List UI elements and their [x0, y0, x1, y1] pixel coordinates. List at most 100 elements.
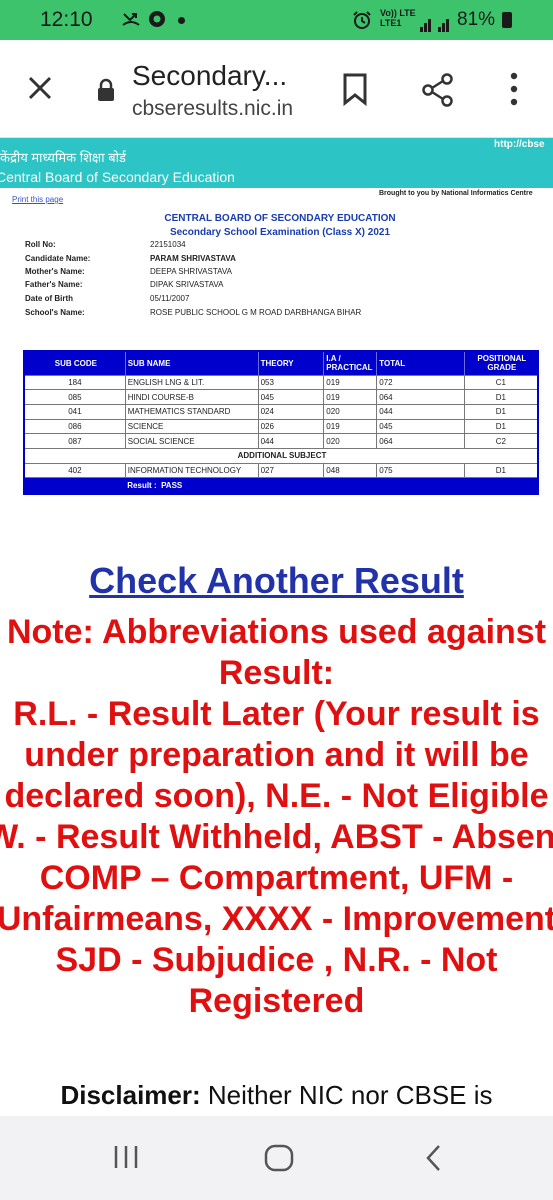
- info-label: Candidate Name:: [25, 254, 91, 263]
- info-value: PARAM SHRIVASTAVA: [150, 254, 236, 263]
- grade-cell: D1: [463, 403, 539, 420]
- total-cell: 072: [376, 374, 465, 391]
- board-heading: CENTRAL BOARD OF SECONDARY EDUCATION: [164, 213, 396, 224]
- sub-name-cell: HINDI COURSE-B: [124, 389, 259, 405]
- column-header: THEORY: [257, 350, 325, 376]
- result-row: Result : PASS: [24, 477, 538, 494]
- grade-cell: C1: [463, 374, 539, 391]
- hindi-title: केंद्रीय माध्यमिक शिक्षा बोर्ड: [0, 150, 126, 165]
- table-row: 041 MATHEMATICS STANDARD 024 020 044 D1: [23, 403, 539, 420]
- info-value: DIPAK SRIVASTAVA: [150, 280, 224, 289]
- sub-code-cell: 402: [23, 462, 126, 479]
- theory-cell: 024: [257, 403, 325, 420]
- signal-bars-icon: [420, 14, 432, 32]
- grade-cell: D1: [463, 418, 539, 435]
- info-value: ROSE PUBLIC SCHOOL G M ROAD DARBHANGA BI…: [150, 308, 362, 317]
- cbse-banner: केंद्रीय माध्यमिक शिक्षा बोर्ड Central B…: [0, 138, 553, 188]
- print-link[interactable]: Print this page: [12, 195, 63, 204]
- info-label: Father's Name:: [25, 280, 83, 289]
- sub-code-cell: 184: [23, 374, 126, 391]
- table-header-row: SUB CODE SUB NAME THEORY I.A / PRACTICAL…: [23, 350, 539, 376]
- sub-name-cell: ENGLISH LNG & LIT.: [124, 374, 259, 391]
- home-icon[interactable]: [264, 1144, 294, 1177]
- total-cell: 044: [376, 403, 465, 420]
- close-icon[interactable]: [22, 70, 58, 106]
- roll-no-row: Roll No: 22151034: [25, 240, 186, 249]
- site-link[interactable]: http://cbse: [494, 139, 545, 150]
- practical-cell: 048: [323, 462, 378, 479]
- disclaimer-label: Disclaimer:: [60, 1080, 201, 1110]
- result-cell: Result : PASS: [125, 477, 538, 494]
- practical-cell: 019: [323, 374, 378, 391]
- table-row: 087 SOCIAL SCIENCE 044 020 064 C2: [23, 433, 539, 449]
- note-line: Registered: [188, 982, 365, 1020]
- total-cell: 075: [376, 462, 465, 479]
- signal-bars-2-icon: [438, 14, 450, 32]
- page-url[interactable]: cbseresults.nic.in: [132, 97, 293, 121]
- result-label: Result :: [127, 481, 157, 491]
- alarm-icon: [352, 10, 372, 35]
- note-line: Result:: [218, 654, 335, 692]
- navigation-bar: [0, 1116, 553, 1200]
- sub-code-cell: 087: [23, 433, 126, 449]
- practical-cell: 020: [323, 403, 378, 420]
- browser-toolbar: Secondary... cbseresults.nic.in: [0, 40, 553, 138]
- theory-cell: 027: [257, 462, 325, 479]
- status-time: 12:10: [40, 8, 93, 31]
- info-value: 05/11/2007: [150, 294, 190, 303]
- theory-cell: 045: [257, 389, 325, 405]
- share-icon[interactable]: [420, 72, 456, 108]
- practical-cell: 019: [323, 389, 378, 405]
- battery-icon: [502, 12, 512, 28]
- result-value: PASS: [161, 481, 183, 491]
- info-value: 22151034: [150, 240, 186, 249]
- brought-by-text: Brought to you by National Informatics C…: [379, 190, 533, 197]
- note-line: under preparation and it will be: [24, 736, 529, 774]
- note-line: SJD - Subjudice , N.R. - Not: [55, 941, 498, 979]
- notification-dot-icon: [178, 17, 185, 24]
- additional-subject-label: ADDITIONAL SUBJECT: [23, 447, 539, 464]
- grade-cell: D1: [463, 462, 539, 479]
- theory-cell: 044: [257, 433, 325, 449]
- check-another-result-link[interactable]: Check Another Result: [0, 560, 553, 602]
- chrome-icon: [148, 10, 166, 33]
- column-header: I.A / PRACTICAL: [323, 350, 378, 376]
- theory-cell: 026: [257, 418, 325, 435]
- father-name-row: Father's Name: DIPAK SRIVASTAVA: [25, 280, 224, 289]
- info-label: Mother's Name:: [25, 267, 85, 276]
- table-row: 085 HINDI COURSE-B 045 019 064 D1: [23, 389, 539, 405]
- total-cell: 064: [376, 389, 465, 405]
- mother-name-row: Mother's Name: DEEPA SHRIVASTAVA: [25, 267, 232, 276]
- info-label: Roll No:: [25, 240, 56, 249]
- note-line: W. - Result Withheld, ABST - Absent: [0, 818, 553, 856]
- total-cell: 064: [376, 433, 465, 449]
- abbreviations-note: Note: Abbreviations used against Result:…: [0, 612, 553, 1022]
- column-header: SUB CODE: [23, 350, 126, 376]
- info-label: School's Name:: [25, 308, 85, 317]
- sub-code-cell: 085: [23, 389, 126, 405]
- table-row: 086 SCIENCE 026 019 045 D1: [23, 418, 539, 435]
- sub-name-cell: INFORMATION TECHNOLOGY: [124, 462, 259, 479]
- marks-table: SUB CODE SUB NAME THEORY I.A / PRACTICAL…: [23, 350, 539, 495]
- bookmark-icon[interactable]: [340, 72, 370, 107]
- recent-apps-icon[interactable]: [112, 1144, 140, 1175]
- total-cell: 045: [376, 418, 465, 435]
- note-line: Unfairmeans, XXXX - Improvement: [0, 900, 553, 938]
- practical-cell: 019: [323, 418, 378, 435]
- missed-call-icon: [122, 10, 140, 33]
- sub-code-cell: 041: [23, 403, 126, 420]
- info-value: DEEPA SHRIVASTAVA: [150, 267, 232, 276]
- status-bar: 12:10 Vo)) LTE LTE1 81%: [0, 0, 553, 40]
- page-title[interactable]: Secondary...: [132, 60, 287, 92]
- sub-name-cell: SCIENCE: [124, 418, 259, 435]
- theory-cell: 053: [257, 374, 325, 391]
- disclaimer: Disclaimer: Neither NIC nor CBSE is: [0, 1080, 553, 1111]
- note-line: R.L. - Result Later (Your result is: [13, 695, 540, 733]
- lock-icon[interactable]: [96, 78, 116, 102]
- grade-cell: C2: [463, 433, 539, 449]
- sub-code-cell: 086: [23, 418, 126, 435]
- back-icon[interactable]: [424, 1144, 444, 1177]
- more-options-icon[interactable]: [504, 70, 524, 108]
- info-label: Date of Birth: [25, 294, 73, 303]
- disclaimer-text: Neither NIC nor CBSE is: [200, 1080, 493, 1110]
